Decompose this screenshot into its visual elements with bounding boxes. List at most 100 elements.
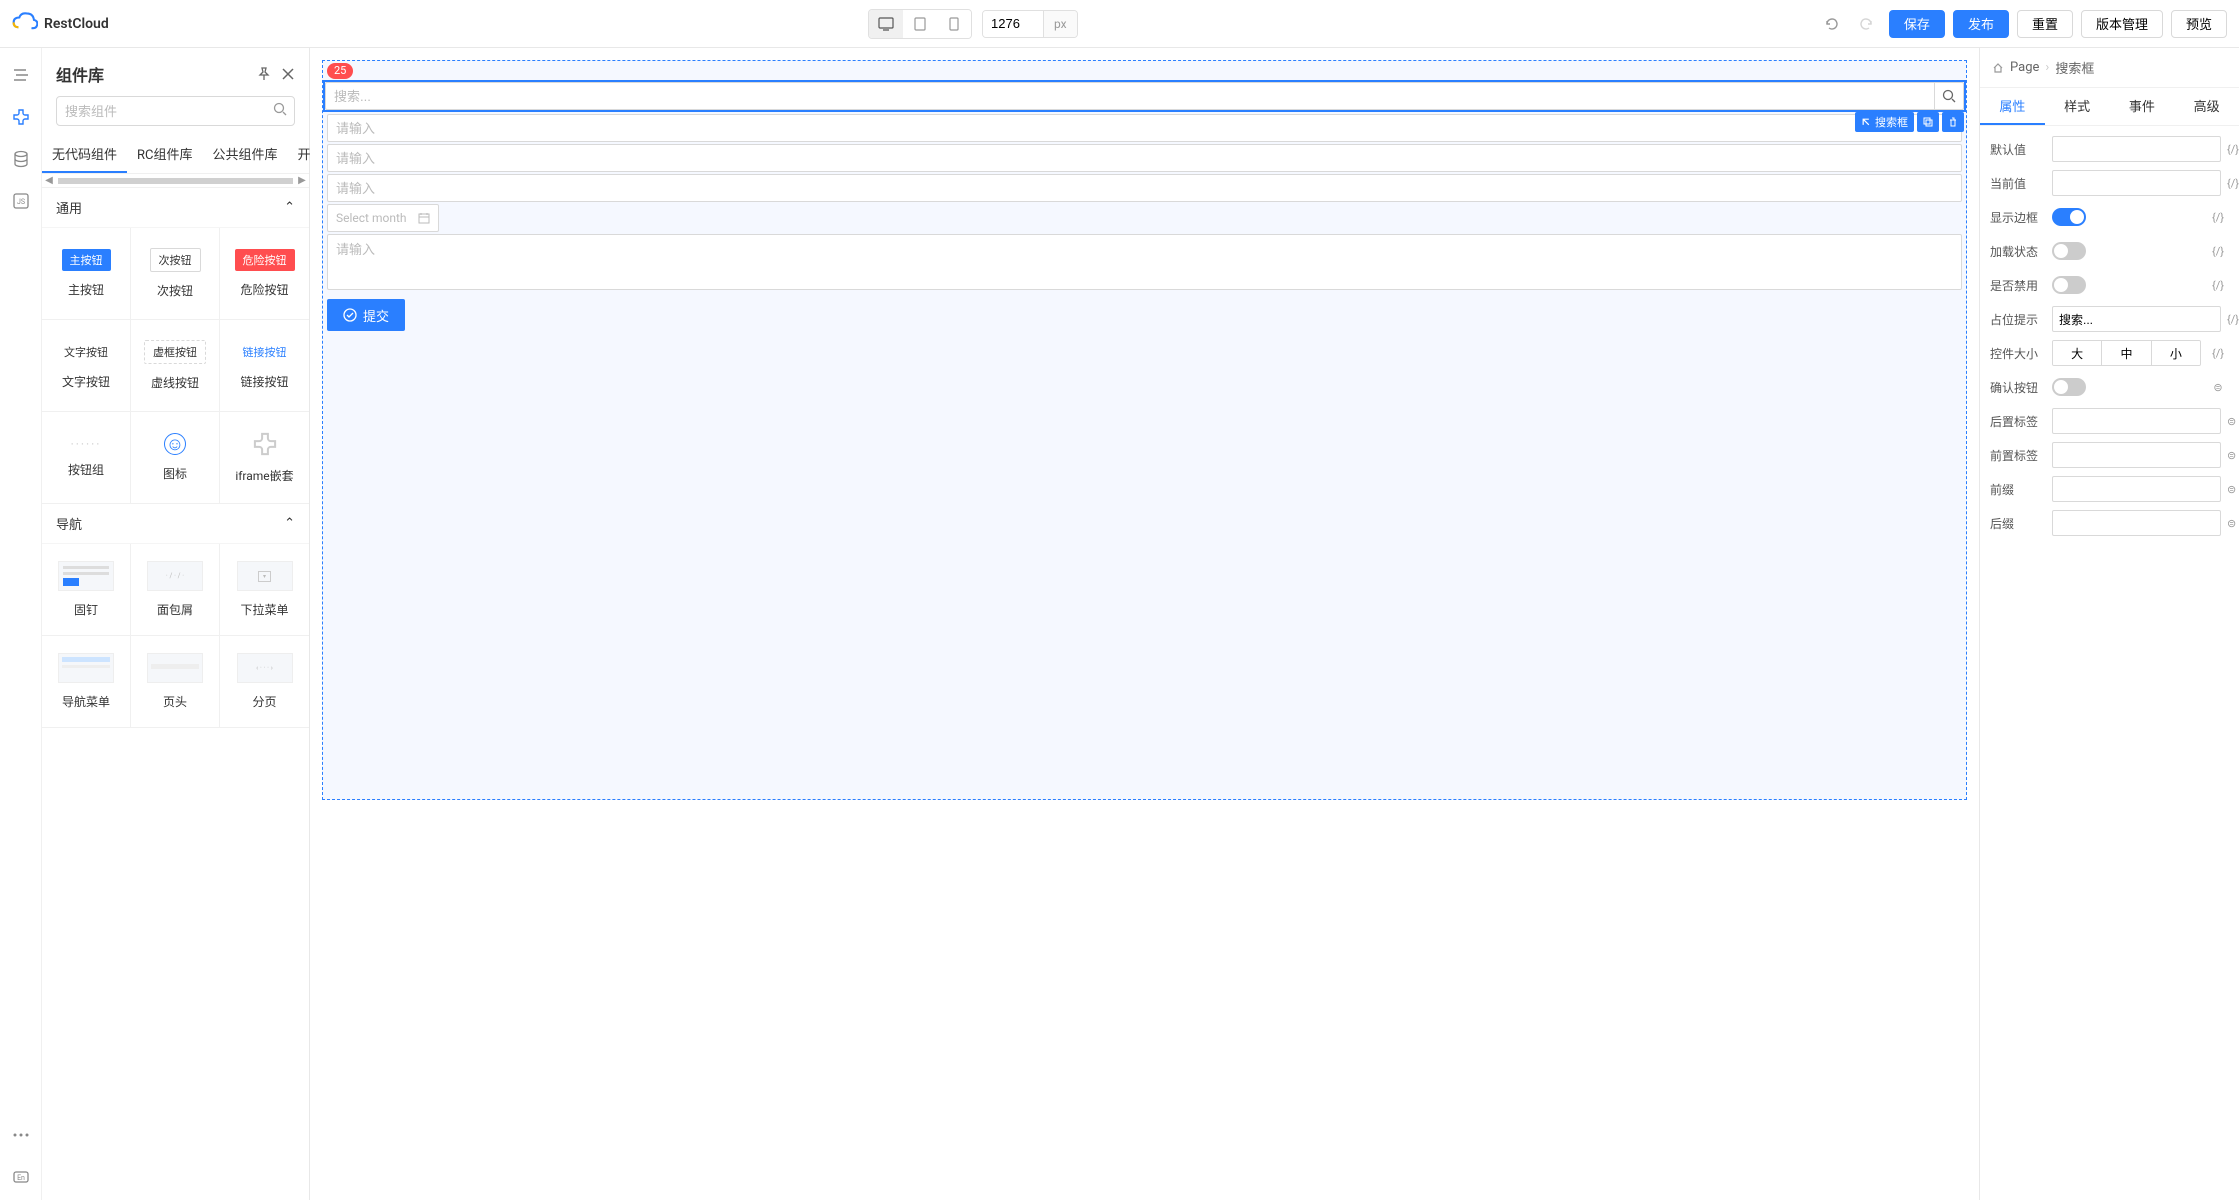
canvas-input-2[interactable]: [327, 144, 1962, 172]
input-prefix-label[interactable]: [2052, 442, 2221, 468]
tab-scroll-right[interactable]: ▶: [295, 175, 309, 186]
input-placeholder[interactable]: [2052, 306, 2221, 332]
close-icon[interactable]: [281, 67, 295, 81]
canvas-search-button[interactable]: [1934, 82, 1964, 110]
breadcrumb-root[interactable]: Page: [2010, 60, 2039, 75]
rail-lang-icon[interactable]: En: [10, 1166, 32, 1188]
tab-scrollbar[interactable]: [58, 178, 293, 184]
input-prefix[interactable]: [2052, 476, 2221, 502]
logo: RestCloud: [12, 11, 109, 37]
select-parent-tool[interactable]: 搜索框: [1855, 112, 1914, 132]
section-nav-header[interactable]: 导航 ⌃: [42, 504, 309, 544]
component-iframe[interactable]: iframe嵌套: [220, 412, 309, 504]
switch-confirm-btn[interactable]: [2052, 378, 2086, 396]
tab-scroll-left[interactable]: ◀: [42, 175, 56, 186]
tab-props[interactable]: 属性: [1980, 88, 2045, 125]
preview-button[interactable]: 预览: [2171, 10, 2227, 38]
redo-button[interactable]: [1853, 10, 1881, 38]
size-small[interactable]: 小: [2152, 341, 2200, 365]
component-affix[interactable]: 固钉: [42, 544, 131, 636]
tab-style[interactable]: 样式: [2045, 88, 2110, 125]
expr-icon[interactable]: ⊜: [2227, 483, 2236, 496]
library-search-input[interactable]: [56, 96, 295, 126]
tab-nocode[interactable]: 无代码组件: [42, 136, 127, 173]
calendar-icon: [418, 212, 430, 224]
rail-data-icon[interactable]: [10, 148, 32, 170]
copy-tool[interactable]: [1917, 112, 1939, 132]
canvas-input-3[interactable]: [327, 174, 1962, 202]
input-suffix-label[interactable]: [2052, 408, 2221, 434]
smile-icon: ☺: [164, 433, 186, 455]
component-primary-button[interactable]: 主按钮主按钮: [42, 228, 131, 320]
switch-show-border[interactable]: [2052, 208, 2086, 226]
chevron-up-icon: ⌃: [284, 516, 295, 531]
pin-icon[interactable]: [257, 67, 271, 81]
section-general-header[interactable]: 通用 ⌃: [42, 188, 309, 228]
bind-icon[interactable]: {/}: [2207, 347, 2229, 360]
canvas-badge: 25: [327, 63, 353, 79]
component-danger-button[interactable]: 危险按钮危险按钮: [220, 228, 309, 320]
component-dropdown[interactable]: ▾下拉菜单: [220, 544, 309, 636]
canvas-textarea[interactable]: [327, 234, 1962, 290]
breadcrumb-home-icon[interactable]: [1992, 62, 2004, 74]
component-icon[interactable]: ☺图标: [131, 412, 220, 504]
label-placeholder: 占位提示: [1990, 311, 2046, 328]
canvas-search-input[interactable]: [325, 82, 1934, 110]
canvas-input-1[interactable]: [327, 114, 1962, 142]
expr-icon[interactable]: ⊜: [2207, 381, 2229, 394]
bind-icon[interactable]: {/}: [2227, 313, 2239, 326]
size-large[interactable]: 大: [2053, 341, 2102, 365]
expr-icon[interactable]: ⊜: [2227, 517, 2236, 530]
component-text-button[interactable]: 文字按钮文字按钮: [42, 320, 131, 412]
component-button-group[interactable]: ······按钮组: [42, 412, 131, 504]
size-medium[interactable]: 中: [2102, 341, 2151, 365]
input-default-value[interactable]: [2052, 136, 2221, 162]
bind-icon[interactable]: {/}: [2207, 279, 2229, 292]
tab-public[interactable]: 公共组件库: [203, 136, 288, 173]
component-page-header[interactable]: 页头: [131, 636, 220, 728]
component-pagination[interactable]: ‹ · · · ›分页: [220, 636, 309, 728]
component-secondary-button[interactable]: 次按钮次按钮: [131, 228, 220, 320]
property-tabs: 属性 样式 事件 高级: [1980, 88, 2239, 126]
device-desktop[interactable]: [869, 10, 903, 38]
input-suffix[interactable]: [2052, 510, 2221, 536]
input-current-value[interactable]: [2052, 170, 2221, 196]
canvas-submit-button[interactable]: 提交: [327, 299, 405, 331]
delete-tool[interactable]: [1942, 112, 1964, 132]
expr-icon[interactable]: ⊜: [2227, 449, 2236, 462]
device-mobile[interactable]: [937, 10, 971, 38]
bind-icon[interactable]: {/}: [2227, 177, 2239, 190]
tab-events[interactable]: 事件: [2110, 88, 2175, 125]
save-button[interactable]: 保存: [1889, 10, 1945, 38]
search-icon[interactable]: [273, 102, 287, 116]
switch-disabled[interactable]: [2052, 276, 2086, 294]
tab-rc[interactable]: RC组件库: [127, 136, 202, 173]
component-link-button[interactable]: 链接按钮链接按钮: [220, 320, 309, 412]
canvas-search-box[interactable]: 搜索框: [325, 82, 1964, 110]
rail-more-icon[interactable]: [10, 1124, 32, 1146]
reset-button[interactable]: 重置: [2017, 10, 2073, 38]
bind-icon[interactable]: {/}: [2207, 245, 2229, 258]
canvas-month-picker[interactable]: Select month: [327, 204, 439, 232]
canvas-width-input[interactable]: [983, 11, 1043, 37]
left-rail: JS En: [0, 48, 42, 1200]
tab-advanced[interactable]: 高级: [2174, 88, 2239, 125]
rail-outline-icon[interactable]: [10, 64, 32, 86]
switch-loading[interactable]: [2052, 242, 2086, 260]
size-toggle: 大 中 小: [2052, 340, 2201, 366]
rail-js-icon[interactable]: JS: [10, 190, 32, 212]
label-size: 控件大小: [1990, 345, 2046, 362]
publish-button[interactable]: 发布: [1953, 10, 2009, 38]
component-breadcrumb[interactable]: · / · / ·面包屑: [131, 544, 220, 636]
canvas[interactable]: 25 搜索框 Select month: [322, 60, 1967, 800]
version-button[interactable]: 版本管理: [2081, 10, 2163, 38]
label-current-value: 当前值: [1990, 175, 2046, 192]
bind-icon[interactable]: {/}: [2227, 143, 2239, 156]
device-tablet[interactable]: [903, 10, 937, 38]
component-menu[interactable]: 导航菜单: [42, 636, 131, 728]
component-dashed-button[interactable]: 虚框按钮虚线按钮: [131, 320, 220, 412]
undo-button[interactable]: [1817, 10, 1845, 38]
rail-components-icon[interactable]: [10, 106, 32, 128]
expr-icon[interactable]: ⊜: [2227, 415, 2236, 428]
bind-icon[interactable]: {/}: [2207, 211, 2229, 224]
